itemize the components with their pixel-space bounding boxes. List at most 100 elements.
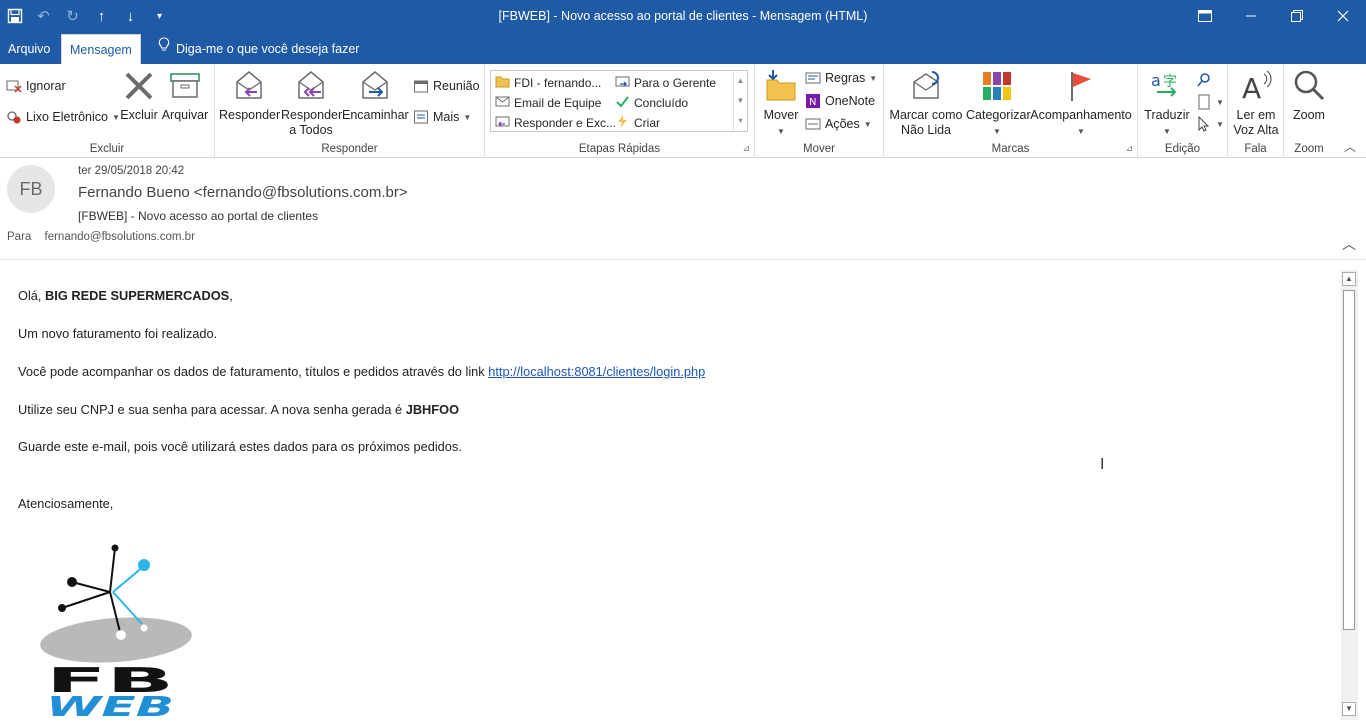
more-button[interactable]: Mais ▼ (413, 107, 471, 127)
quickstep-create[interactable]: Criar (615, 115, 660, 131)
body-line-link: Você pode acompanhar os dados de faturam… (18, 364, 705, 379)
ignore-label: Ignorar (26, 79, 66, 93)
read-aloud-button[interactable]: A Ler em Voz Alta (1230, 68, 1282, 138)
message-sender[interactable]: Fernando Bueno <fernando@fbsolutions.com… (78, 184, 408, 201)
recipient-address[interactable]: fernando@fbsolutions.com.br (45, 231, 195, 243)
onenote-label: OneNote (825, 94, 876, 108)
group-mover: Mover ▼ Regras ▼ N OneNote Ações ▼ Mover (755, 64, 884, 158)
zoom-magnifier-icon (1291, 68, 1327, 104)
categorize-label: Categorizar (966, 108, 1031, 122)
minimize-icon[interactable] (1228, 0, 1274, 32)
link-line-prefix: Você pode acompanhar os dados de faturam… (18, 364, 489, 379)
chevron-down-icon: ▼ (1216, 119, 1224, 129)
reply-icon (231, 68, 267, 104)
svg-text:N: N (809, 97, 816, 108)
scroll-up-icon[interactable]: ▲ (1342, 272, 1356, 286)
group-label-mover: Mover (803, 143, 835, 155)
meeting-button[interactable]: Reunião (413, 76, 480, 96)
archive-label: Arquivar (161, 108, 209, 122)
vertical-scrollbar[interactable]: ▲ ▼ (1341, 270, 1358, 720)
message-subject: [FBWEB] - Novo acesso ao portal de clien… (78, 209, 319, 223)
scroll-thumb[interactable] (1343, 290, 1355, 630)
dialog-launcher-icon[interactable]: ⊿ (742, 143, 750, 154)
undo-icon[interactable]: ↶ (29, 0, 58, 32)
related-button[interactable]: ▼ (1196, 92, 1224, 112)
signoff: Atenciosamente, (18, 496, 114, 511)
collapse-header-icon[interactable]: ︿ (1342, 234, 1356, 254)
translate-button[interactable]: a字 Traduzir ▼ (1142, 68, 1192, 139)
quickstep-done[interactable]: Concluído (615, 95, 688, 111)
forward-icon (357, 68, 393, 104)
delete-label: Excluir (120, 108, 158, 122)
group-label-marcas: Marcas (991, 143, 1030, 155)
ignore-button[interactable]: Ignorar (6, 76, 66, 96)
quicksteps-scrollbar[interactable]: ▲ ▼ ▾ (733, 71, 747, 131)
archive-icon (167, 68, 203, 104)
lightning-icon (615, 115, 630, 131)
junk-button[interactable]: Lixo Eletrônico ▼ (6, 107, 120, 127)
customize-qat-icon[interactable]: ▾ (145, 0, 174, 32)
quickstep-reply-delete[interactable]: Responder e Exc... (495, 115, 616, 131)
group-edicao: a字 Traduzir ▼ ▼ ▼ Edição (1138, 64, 1228, 158)
flag-icon (1063, 68, 1099, 104)
next-item-icon[interactable]: ↓ (116, 0, 145, 32)
select-cursor-icon (1196, 115, 1212, 132)
group-label-quicksteps: Etapas Rápidas (578, 143, 661, 155)
categorize-button[interactable]: Categorizar ▼ (966, 68, 1031, 139)
rules-label: Regras (825, 71, 866, 85)
message-header: FB ter 29/05/2018 20:42 Fernando Bueno <… (0, 158, 1366, 260)
group-label-excluir: Excluir (89, 143, 125, 155)
group-label-responder: Responder (321, 143, 378, 155)
delete-button[interactable]: Excluir (119, 68, 159, 123)
save-icon[interactable] (0, 0, 29, 32)
move-button[interactable]: Mover ▼ (761, 68, 801, 139)
chevron-down-icon: ▼ (863, 119, 872, 129)
message-body[interactable]: Olá, BIG REDE SUPERMERCADOS, Um novo fat… (0, 270, 1341, 726)
group-responder: Responder Responder a Todos Encaminhar R… (215, 64, 485, 158)
ribbon-display-options-icon[interactable] (1182, 0, 1228, 32)
fbweb-logo: FB WEB (32, 544, 202, 723)
avatar[interactable]: FB (7, 165, 55, 213)
rules-icon (805, 70, 821, 86)
collapse-ribbon-icon[interactable]: ︿ (1344, 138, 1356, 155)
quickstep-fdi[interactable]: FDI - fernando... (495, 75, 601, 91)
group-marcas: Marcar como Não Lida Categorizar ▼ Acomp… (884, 64, 1138, 158)
group-excluir: Ignorar Lixo Eletrônico ▼ Excluir Arquiv… (0, 64, 215, 158)
translate-label: Traduzir (1144, 108, 1190, 122)
zoom-button[interactable]: Zoom (1286, 68, 1332, 123)
quickstep-team-email[interactable]: Email de Equipe (495, 95, 601, 111)
find-button[interactable] (1196, 70, 1212, 90)
close-icon[interactable] (1320, 0, 1366, 32)
lightbulb-icon (158, 34, 170, 64)
forward-button[interactable]: Encaminhar (342, 68, 409, 123)
forward-manager-icon (615, 75, 630, 91)
rules-button[interactable]: Regras ▼ (805, 68, 877, 88)
tab-arquivo[interactable]: Arquivo (0, 34, 58, 64)
previous-item-icon[interactable]: ↑ (87, 0, 116, 32)
chevron-down-icon: ▼ (777, 127, 785, 136)
onenote-button[interactable]: N OneNote (805, 91, 875, 111)
portal-link[interactable]: http://localhost:8081/clientes/login.php (488, 364, 705, 379)
actions-button[interactable]: Ações ▼ (805, 114, 872, 134)
reply-button[interactable]: Responder (219, 68, 280, 123)
quickstep-to-manager[interactable]: Para o Gerente (615, 75, 716, 91)
quickstep-label: FDI - fernando... (514, 76, 602, 90)
select-button[interactable]: ▼ (1196, 114, 1224, 134)
redo-icon[interactable]: ↻ (58, 0, 87, 32)
password-line-prefix: Utilize seu CNPJ e sua senha para acessa… (18, 402, 406, 417)
tell-me-search[interactable]: Diga-me o que você deseja fazer (158, 34, 359, 64)
window-controls (1182, 0, 1366, 32)
dialog-launcher-icon[interactable]: ⊿ (1125, 143, 1133, 154)
archive-button[interactable]: Arquivar (160, 68, 210, 123)
follow-up-button[interactable]: Acompanhamento ▼ (1030, 68, 1132, 139)
mark-unread-label-2: Não Lida (900, 123, 952, 137)
scroll-down-icon[interactable]: ▼ (1342, 702, 1356, 716)
group-zoom: Zoom Zoom (1284, 64, 1334, 158)
calendar-icon (413, 78, 429, 94)
team-email-icon (495, 95, 510, 111)
reply-all-button[interactable]: Responder a Todos (281, 68, 342, 138)
tab-mensagem[interactable]: Mensagem (61, 34, 141, 64)
mark-unread-button[interactable]: Marcar como Não Lida (888, 68, 964, 138)
restore-icon[interactable] (1274, 0, 1320, 32)
window-title: [FBWEB] - Novo acesso ao portal de clien… (498, 9, 868, 23)
